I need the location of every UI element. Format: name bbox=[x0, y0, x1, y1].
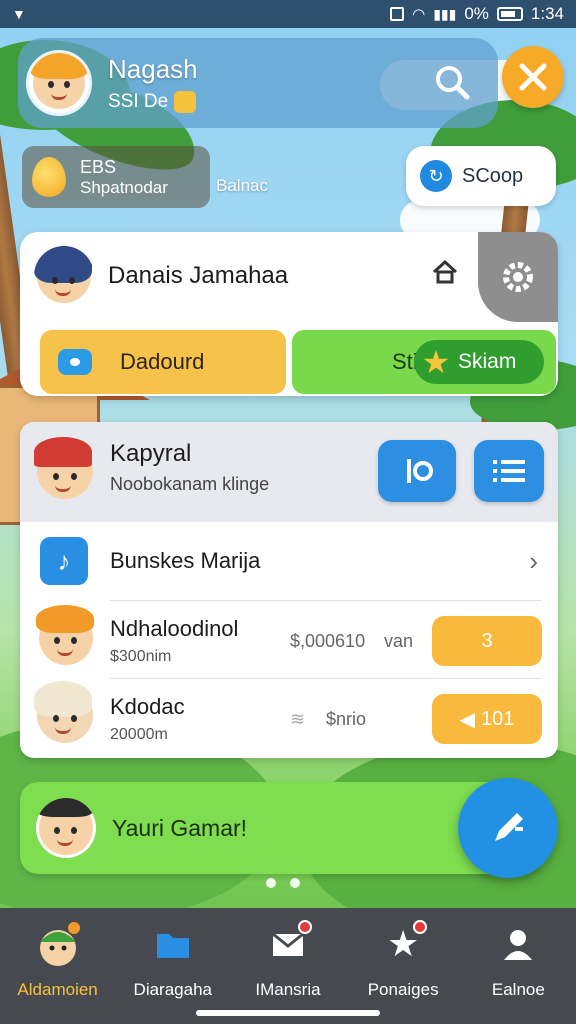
banner-avatar bbox=[36, 798, 96, 858]
list-item-tag: van bbox=[384, 630, 414, 651]
tools-icon bbox=[519, 63, 547, 91]
balance-label: Balnac bbox=[216, 176, 268, 195]
list-item-subtitle: $300nim bbox=[110, 648, 172, 665]
list-header: Kapyral Noobokanam klinge bbox=[20, 422, 558, 522]
folder-icon bbox=[145, 918, 201, 970]
nav-item-home[interactable]: Aldamoien bbox=[3, 918, 113, 1000]
scoop-label: SCoop bbox=[462, 164, 524, 187]
user-icon bbox=[490, 918, 546, 970]
resource-pill[interactable]: EBS Shpatnodar bbox=[22, 146, 210, 208]
list-item-avatar bbox=[36, 605, 96, 668]
scoop-button[interactable]: ↻ SCoop bbox=[406, 146, 556, 206]
nav-item-profile[interactable]: Ealnoe bbox=[463, 918, 573, 1000]
list-header-subtitle: Noobokanam klinge bbox=[110, 474, 270, 494]
avatar[interactable] bbox=[26, 50, 92, 116]
music-icon: ♪ bbox=[40, 537, 88, 585]
battery-icon bbox=[496, 7, 523, 21]
nav-item-folder[interactable]: Diaragaha bbox=[118, 918, 228, 1000]
nav-item-favorites[interactable]: ★ Ponaiges bbox=[348, 918, 458, 1000]
list-header-avatar[interactable] bbox=[34, 437, 96, 502]
nav-label: Ponaiges bbox=[367, 980, 439, 999]
character-icon bbox=[30, 918, 86, 970]
nav-label: Diaragaha bbox=[133, 980, 212, 999]
user-subtitle: SSI De bbox=[108, 90, 169, 112]
list-item-subtitle: 20000m bbox=[110, 726, 168, 743]
signal-icon: ▮▮▮ bbox=[433, 5, 457, 22]
list-item[interactable]: ♪ Bunskes Marija › bbox=[20, 522, 558, 600]
clock: 1:34 bbox=[530, 4, 564, 23]
star-icon: ★ bbox=[421, 344, 451, 380]
search-button[interactable] bbox=[428, 58, 476, 106]
edit-fab[interactable] bbox=[458, 778, 558, 878]
count-button[interactable]: 3 bbox=[432, 616, 542, 666]
nav-item-messages[interactable]: IMansria bbox=[233, 918, 343, 1000]
list-item[interactable]: Kdodac 20000m ≋ $nrio ◀ 101 bbox=[20, 680, 558, 758]
vibrate-icon bbox=[390, 7, 405, 21]
home-indicator[interactable] bbox=[196, 1010, 380, 1016]
dadourd-button[interactable]: Dadourd bbox=[40, 330, 286, 394]
notification-badge bbox=[413, 920, 428, 934]
scoop-icon: ↻ bbox=[420, 160, 452, 192]
pencil-icon bbox=[495, 813, 523, 841]
list-item-value: $nrio bbox=[326, 708, 367, 729]
list-button[interactable] bbox=[474, 440, 544, 502]
send-icon: ◀ bbox=[459, 708, 475, 731]
nav-label: IMansria bbox=[255, 980, 321, 999]
media-button[interactable] bbox=[378, 440, 456, 502]
media-icon bbox=[407, 459, 433, 483]
list-item-title: Bunskes Marija bbox=[110, 548, 261, 573]
star-nav-icon: ★ bbox=[375, 918, 431, 970]
send-count: 101 bbox=[481, 707, 515, 730]
list-icon bbox=[493, 460, 525, 482]
skiam-button[interactable]: ★ Skiam bbox=[414, 340, 544, 384]
home-icon[interactable] bbox=[430, 258, 460, 288]
tools-button[interactable] bbox=[502, 46, 564, 108]
notification-icon: ▼ bbox=[12, 6, 26, 22]
profile-avatar[interactable] bbox=[34, 246, 94, 306]
list-item-title: Ndhaloodinol bbox=[110, 616, 239, 641]
bottom-nav: Aldamoien Diaragaha IMansria ★ Ponaiges … bbox=[0, 908, 576, 1024]
skiam-label: Skiam bbox=[458, 350, 517, 373]
page-indicator bbox=[266, 878, 300, 888]
wifi-icon: ◠ bbox=[412, 6, 426, 23]
list-header-title: Kapyral bbox=[110, 440, 192, 467]
banner-text: Yauri Gamar! bbox=[112, 814, 248, 841]
gold-drop-icon bbox=[32, 157, 66, 197]
resource-code: EBS bbox=[80, 156, 117, 177]
profile-card: Danais Jamahaa Dadourd Sti ★ Skiam bbox=[20, 232, 558, 396]
settings-button[interactable] bbox=[478, 232, 558, 322]
search-icon bbox=[436, 66, 470, 100]
battery-percent: 0% bbox=[464, 4, 489, 23]
nav-label: Ealnoe bbox=[491, 980, 545, 999]
mail-icon bbox=[260, 918, 316, 970]
status-bar: ▼ ◠ ▮▮▮ 0% 1:34 bbox=[0, 0, 576, 28]
user-name: Nagash bbox=[108, 53, 198, 84]
chevron-right-icon: › bbox=[529, 545, 538, 576]
resource-name: Shpatnodar bbox=[80, 177, 168, 197]
list-item-avatar bbox=[34, 681, 96, 746]
profile-name: Danais Jamahaa bbox=[108, 262, 289, 289]
gear-icon bbox=[503, 262, 533, 292]
list-item[interactable]: Ndhaloodinol $300nim $,000610 van 3 bbox=[20, 602, 558, 680]
list-panel: Kapyral Noobokanam klinge ♪ Bunskes Mari… bbox=[20, 422, 558, 758]
profile-header[interactable]: Nagash SSI De bbox=[18, 38, 498, 128]
list-item-value: $,000610 bbox=[290, 630, 366, 651]
dadourd-label: Dadourd bbox=[120, 349, 205, 374]
skiam-bar: Sti ★ Skiam bbox=[292, 330, 556, 394]
wifi-small-icon: ≋ bbox=[290, 708, 306, 729]
send-button[interactable]: ◀ 101 bbox=[432, 694, 542, 744]
nav-label: Aldamoien bbox=[17, 980, 98, 999]
list-item-title: Kdodac bbox=[110, 694, 185, 719]
coin-icon bbox=[174, 90, 197, 113]
notification-badge bbox=[297, 920, 312, 934]
chat-icon bbox=[58, 349, 92, 375]
